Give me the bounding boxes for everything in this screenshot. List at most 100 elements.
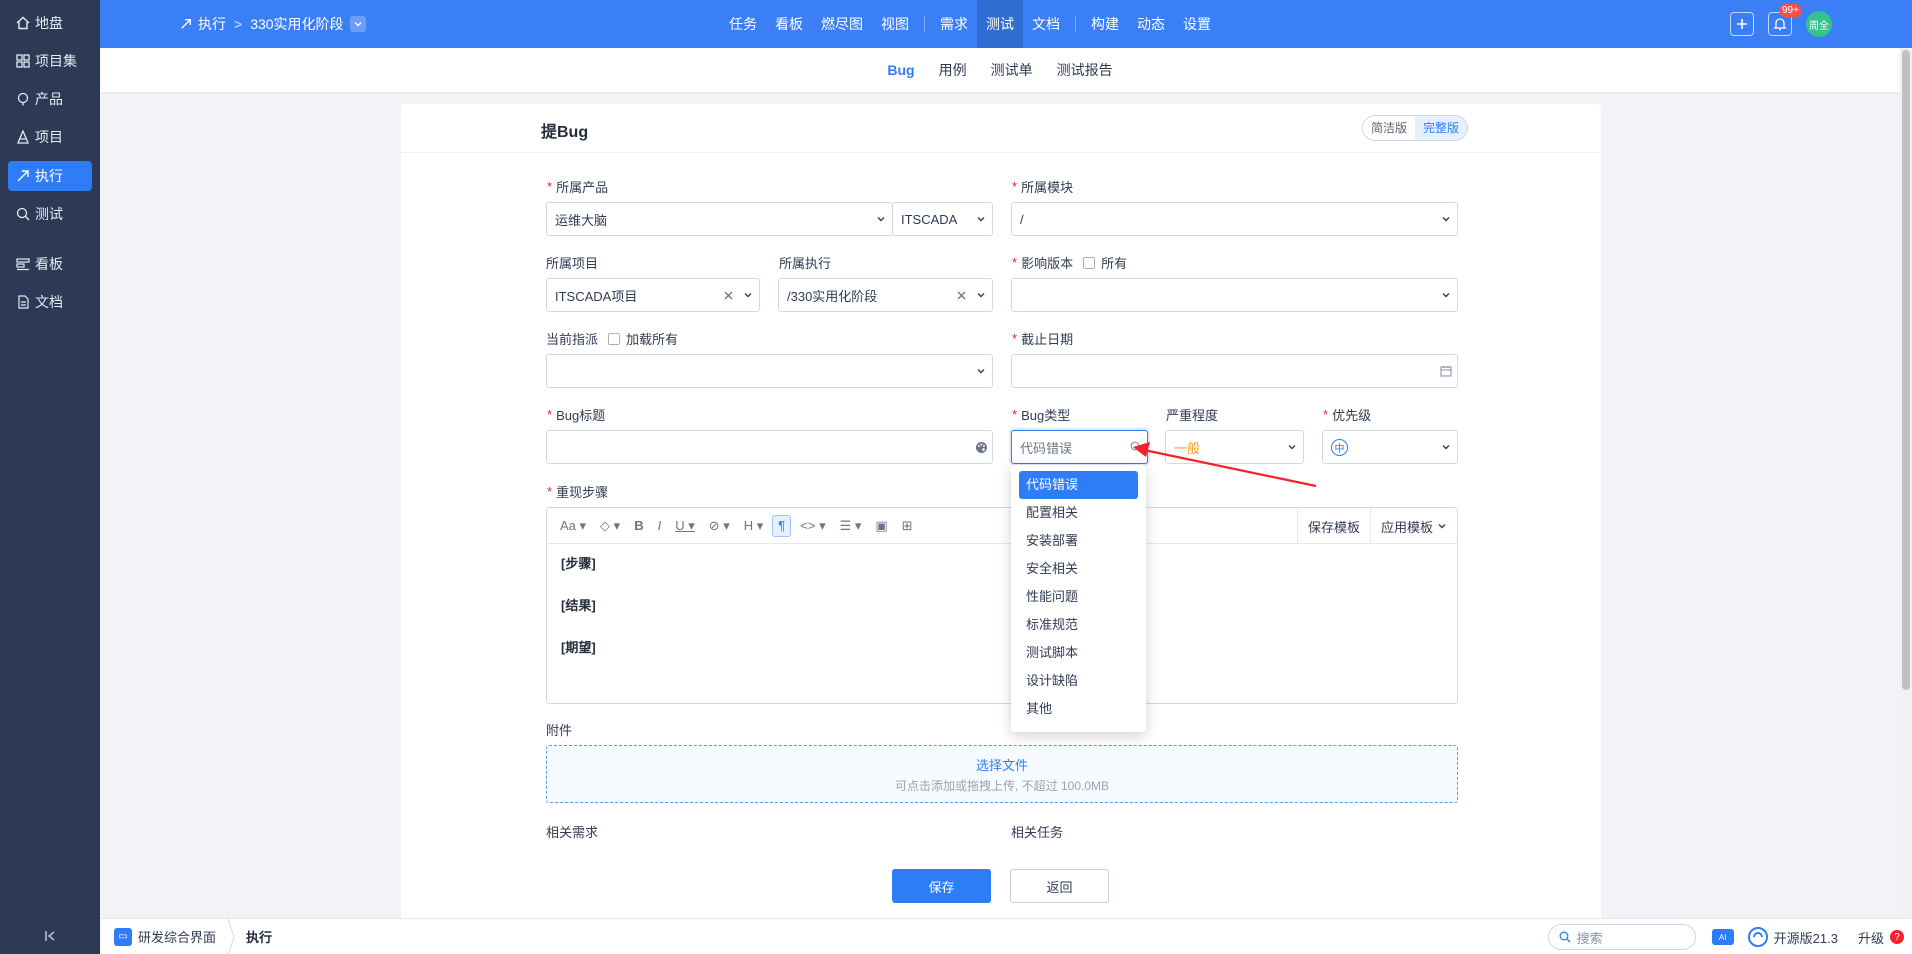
bug-type-search[interactable]: 代码错误 <box>1011 430 1148 464</box>
file-upload-zone[interactable]: 选择文件 可点击添加或拖拽上传, 不超过 100.0MB <box>546 745 1458 803</box>
table-icon[interactable]: ⊞ <box>897 515 918 537</box>
project-select[interactable]: ITSCADA项目 <box>546 278 760 312</box>
global-search[interactable]: 搜索 <box>1547 924 1696 950</box>
sidebar-item-kanban[interactable]: 看板 <box>8 249 92 279</box>
notification-button[interactable]: 99+ <box>1768 4 1802 36</box>
load-all-checkbox[interactable] <box>608 332 621 345</box>
module-select[interactable]: / <box>1011 202 1458 236</box>
nav-settings[interactable]: 设置 <box>1174 0 1220 48</box>
palette-icon[interactable] <box>970 441 992 454</box>
mode-simple-button[interactable]: 简洁版 <box>1363 116 1415 140</box>
task-label: 相关任务 <box>1011 825 1064 840</box>
priority-select[interactable]: 中 <box>1322 430 1458 464</box>
save-button[interactable]: 保存 <box>892 869 991 903</box>
chevron-down-icon <box>870 214 892 224</box>
add-button[interactable] <box>1730 12 1754 36</box>
nav-story[interactable]: 需求 <box>931 0 977 48</box>
assign-select[interactable] <box>546 354 993 388</box>
link-icon[interactable]: ⊘ ▾ <box>704 515 735 537</box>
priority-label: * 优先级 <box>1323 407 1372 423</box>
chevron-down-icon <box>737 290 759 300</box>
dropdown-option[interactable]: 设计缺陷 <box>1019 667 1138 695</box>
assign-label: 当前指派 加载所有 <box>546 329 678 348</box>
severity-label: 严重程度 <box>1166 408 1219 423</box>
avatar[interactable]: 周全 <box>1806 11 1832 37</box>
sidebar-item-test[interactable]: 测试 <box>8 199 92 229</box>
dropdown-option[interactable]: 其他 <box>1019 695 1138 723</box>
deadline-input[interactable] <box>1011 354 1458 388</box>
upgrade-button[interactable]: 升级 ? <box>1858 928 1904 947</box>
editor-content[interactable]: [步骤] [结果] [期望] <box>547 544 1457 690</box>
image-icon[interactable]: ▣ <box>870 515 892 537</box>
divider <box>401 152 1601 153</box>
collapse-sidebar-icon[interactable] <box>40 926 60 946</box>
dropdown-option[interactable]: 安全相关 <box>1019 555 1138 583</box>
dropdown-option[interactable]: 标准规范 <box>1019 611 1138 639</box>
tab-testreport[interactable]: 测试报告 <box>1057 60 1113 80</box>
font-size-icon[interactable]: Aa ▾ <box>555 515 591 537</box>
mode-full-button[interactable]: 完整版 <box>1415 116 1468 140</box>
nav-task[interactable]: 任务 <box>720 0 766 48</box>
bug-title-input[interactable] <box>546 430 993 464</box>
mode-toggle: 简洁版 完整版 <box>1362 115 1469 141</box>
product-label: * 所属产品 <box>547 179 609 195</box>
steps-editor[interactable]: Aa ▾ ◇ ▾ B I U ▾ ⊘ ▾ H ▾ ¶ <> ▾ ☰ ▾ ▣ ⊞ … <box>546 507 1458 704</box>
sidebar-item-doc[interactable]: 文档 <box>8 287 92 317</box>
dropdown-option[interactable]: 安装部署 <box>1019 527 1138 555</box>
build-all-checkbox[interactable] <box>1083 256 1096 269</box>
dropdown-option[interactable]: 测试脚本 <box>1019 639 1138 667</box>
tab-case[interactable]: 用例 <box>939 60 967 80</box>
tab-testtask[interactable]: 测试单 <box>991 60 1033 80</box>
nav-dynamic[interactable]: 动态 <box>1128 0 1174 48</box>
code-icon[interactable]: <> ▾ <box>795 515 830 537</box>
nav-view[interactable]: 视图 <box>872 0 918 48</box>
breadcrumb-root[interactable]: 执行 <box>198 14 226 34</box>
nav-doc[interactable]: 文档 <box>1023 0 1069 48</box>
product-select[interactable]: 运维大脑 <box>546 202 893 236</box>
steps-label: * 重现步骤 <box>547 484 609 500</box>
page-scrollbar[interactable] <box>1900 48 1912 918</box>
sidebar-item-product[interactable]: 产品 <box>8 84 92 114</box>
sidebar-item-dashboard[interactable]: 地盘 <box>8 8 92 38</box>
bottom-right-actions: 搜索 AI 开源版21.3 升级 ? <box>1547 919 1912 954</box>
underline-icon[interactable]: U ▾ <box>670 515 700 537</box>
bold-icon[interactable]: B <box>629 515 648 537</box>
dropdown-option[interactable]: 代码错误 <box>1019 471 1138 499</box>
back-button[interactable]: 返回 <box>1010 869 1109 903</box>
scrollbar-thumb[interactable] <box>1902 50 1910 690</box>
nav-divider <box>924 16 925 32</box>
execution-select[interactable]: /330实用化阶段 <box>778 278 993 312</box>
build-select[interactable] <box>1011 278 1458 312</box>
dropdown-option[interactable]: 性能问题 <box>1019 583 1138 611</box>
sidebar-item-execution[interactable]: 执行 <box>8 161 92 191</box>
apply-template-button[interactable]: 应用模板 <box>1369 508 1457 544</box>
nav-test[interactable]: 测试 <box>977 0 1023 48</box>
chevron-down-icon[interactable] <box>349 16 366 32</box>
sidebar-item-program[interactable]: 项目集 <box>8 46 92 76</box>
app-switcher[interactable]: ▭ 研发综合界面 <box>100 919 216 954</box>
sidebar-item-project[interactable]: 项目 <box>8 122 92 152</box>
sidebar-item-label: 看板 <box>35 256 63 272</box>
choose-file-link[interactable]: 选择文件 <box>547 755 1457 774</box>
upload-hint: 可点击添加或拖拽上传, 不超过 100.0MB <box>894 779 1110 793</box>
save-template-button[interactable]: 保存模板 <box>1296 508 1370 544</box>
italic-icon[interactable]: I <box>653 515 667 537</box>
color-icon[interactable]: ◇ ▾ <box>595 515 625 537</box>
version-info[interactable]: 开源版21.3 <box>1747 927 1838 947</box>
clear-icon[interactable] <box>952 291 970 300</box>
breadcrumb-current[interactable]: 330实用化阶段 <box>250 14 343 34</box>
paragraph-icon[interactable]: ¶ <box>772 514 792 537</box>
branch-select[interactable]: ITSCADA <box>892 202 993 236</box>
nav-kanban[interactable]: 看板 <box>766 0 812 48</box>
nav-burndown[interactable]: 燃尽图 <box>812 0 872 48</box>
list-icon[interactable]: ☰ ▾ <box>835 515 867 537</box>
heading-icon[interactable]: H ▾ <box>739 515 769 537</box>
bell-icon <box>1773 18 1787 31</box>
nav-build[interactable]: 构建 <box>1082 0 1128 48</box>
ai-icon[interactable]: AI <box>1711 929 1734 945</box>
tab-bug[interactable]: Bug <box>887 62 914 78</box>
deadline-label: * 截止日期 <box>1012 331 1074 347</box>
clear-icon[interactable] <box>719 291 737 300</box>
bug-type-dropdown: 代码错误 配置相关 安装部署 安全相关 性能问题 标准规范 测试脚本 设计缺陷 … <box>1011 465 1146 732</box>
dropdown-option[interactable]: 配置相关 <box>1019 499 1138 527</box>
